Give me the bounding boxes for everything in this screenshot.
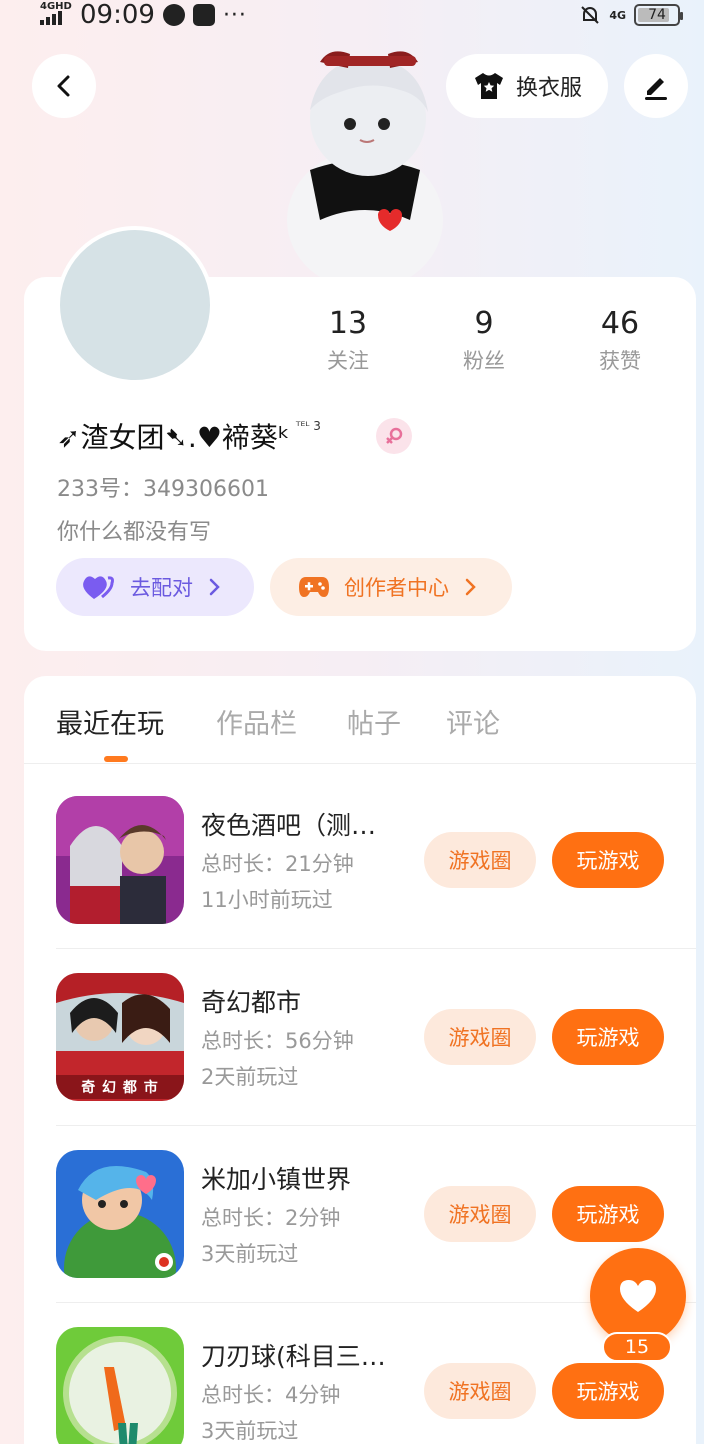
game-circle-button[interactable]: 游戏圈 — [424, 1009, 536, 1065]
nickname-suffix: ᵀᴱᴸ 3 — [295, 419, 321, 433]
stat-followers[interactable]: 9 粉丝 — [424, 306, 544, 375]
nickname-text: ➶渣女团➷.♥褅葵ᵏ — [57, 421, 290, 454]
tab-comments[interactable]: 评论 — [446, 702, 500, 741]
tshirt-icon — [474, 73, 503, 99]
stat-following-value: 13 — [328, 306, 368, 341]
chevron-right-icon — [465, 578, 476, 596]
game-circle-button[interactable]: 游戏圈 — [424, 832, 536, 888]
network-indicator: 4GHD — [40, 1, 72, 27]
creator-center-label: 创作者中心 — [344, 576, 449, 600]
game-circle-button[interactable]: 游戏圈 — [424, 1363, 536, 1419]
pencil-icon — [645, 78, 667, 100]
chevron-right-icon — [209, 578, 220, 596]
game-thumbnail[interactable] — [56, 1150, 184, 1278]
game-last-played: 2天前玩过 — [201, 1065, 299, 1089]
stat-following[interactable]: 13 关注 — [288, 306, 408, 375]
more-notifications-icon: ··· — [222, 2, 247, 28]
stat-likes-value: 46 — [600, 306, 640, 341]
edit-profile-button[interactable] — [624, 54, 688, 118]
message-notification-icon — [192, 4, 215, 26]
game-title: 米加小镇世界 — [201, 1165, 352, 1194]
bio: 你什么都没有写 — [57, 520, 212, 545]
stat-likes-label: 获赞 — [599, 349, 641, 373]
game-thumbnail[interactable] — [56, 1327, 184, 1444]
game-title: 奇幻都市 — [201, 988, 302, 1017]
chevron-left-icon — [57, 75, 70, 97]
tab-works[interactable]: 作品栏 — [216, 702, 297, 741]
stat-likes[interactable]: 46 获赞 — [560, 306, 680, 375]
battery-level: 74 — [648, 7, 666, 23]
female-gender-icon — [376, 418, 412, 454]
tab-recently-played[interactable]: 最近在玩 — [56, 702, 164, 741]
stat-followers-value: 9 — [474, 306, 494, 341]
game-circle-button[interactable]: 游戏圈 — [424, 1186, 536, 1242]
nickname: ➶渣女团➷.♥褅葵ᵏ ᵀᴱᴸ 3 — [57, 416, 321, 456]
like-fab-button[interactable] — [590, 1248, 686, 1344]
gamepad-icon — [299, 577, 329, 597]
game-thumbnail-caption: 奇 幻 都 市 — [81, 1080, 159, 1096]
like-count-badge: 15 — [602, 1332, 672, 1362]
game-last-played: 11小时前玩过 — [201, 888, 333, 912]
change-outfit-label: 换衣服 — [515, 76, 582, 101]
back-button[interactable] — [32, 54, 96, 118]
status-bar: 4GHD 09:09 ··· 4G 74 — [0, 0, 704, 30]
mute-bell-icon — [581, 6, 600, 24]
tab-posts[interactable]: 帖子 — [347, 702, 401, 741]
match-label: 去配对 — [130, 576, 193, 600]
change-outfit-button[interactable]: 换衣服 — [446, 54, 608, 118]
game-thumbnail[interactable]: 奇 幻 都 市 — [56, 973, 184, 1101]
signal-4g-label: 4G — [609, 8, 626, 22]
game-duration: 总时长：56分钟 — [201, 1029, 354, 1053]
game-duration: 总时长：4分钟 — [201, 1383, 341, 1407]
game-last-played: 3天前玩过 — [201, 1242, 299, 1266]
stat-followers-label: 粉丝 — [463, 349, 505, 373]
avatar[interactable] — [56, 226, 214, 384]
creator-center-button[interactable]: 创作者中心 — [270, 558, 512, 616]
game-row[interactable]: 夜色酒吧（测… 总时长：21分钟 11小时前玩过 游戏圈 玩游戏 — [56, 772, 696, 949]
user-id: 233号：349306601 — [57, 477, 269, 502]
app-notification-icon — [162, 4, 185, 26]
game-duration: 总时长：21分钟 — [201, 852, 354, 876]
play-game-button[interactable]: 玩游戏 — [552, 1186, 664, 1242]
game-title: 刀刃球(科目三… — [201, 1342, 386, 1371]
match-button[interactable]: 去配对 — [56, 558, 254, 616]
play-game-button[interactable]: 玩游戏 — [552, 1009, 664, 1065]
profile-tabs: 最近在玩 作品栏 帖子 评论 — [24, 676, 696, 764]
character-avatar-3d[interactable] — [270, 40, 460, 290]
stat-following-label: 关注 — [327, 349, 369, 373]
game-thumbnail[interactable] — [56, 796, 184, 924]
active-tab-indicator — [104, 756, 128, 762]
game-row[interactable]: 奇 幻 都 市 奇幻都市 总时长：56分钟 2天前玩过 游戏圈 玩游戏 — [56, 949, 696, 1126]
heart-icon — [620, 1280, 656, 1312]
play-game-button[interactable]: 玩游戏 — [552, 1363, 664, 1419]
game-last-played: 3天前玩过 — [201, 1419, 299, 1443]
status-time: 09:09 — [80, 0, 155, 30]
double-heart-icon — [83, 576, 114, 599]
play-game-button[interactable]: 玩游戏 — [552, 832, 664, 888]
recent-games-card: 最近在玩 作品栏 帖子 评论 夜色酒吧（测… 总时长：21分钟 11小时前玩过 … — [24, 676, 696, 1444]
game-title: 夜色酒吧（测… — [201, 811, 377, 840]
battery-icon: 74 — [634, 4, 683, 26]
game-duration: 总时长：2分钟 — [201, 1206, 341, 1230]
